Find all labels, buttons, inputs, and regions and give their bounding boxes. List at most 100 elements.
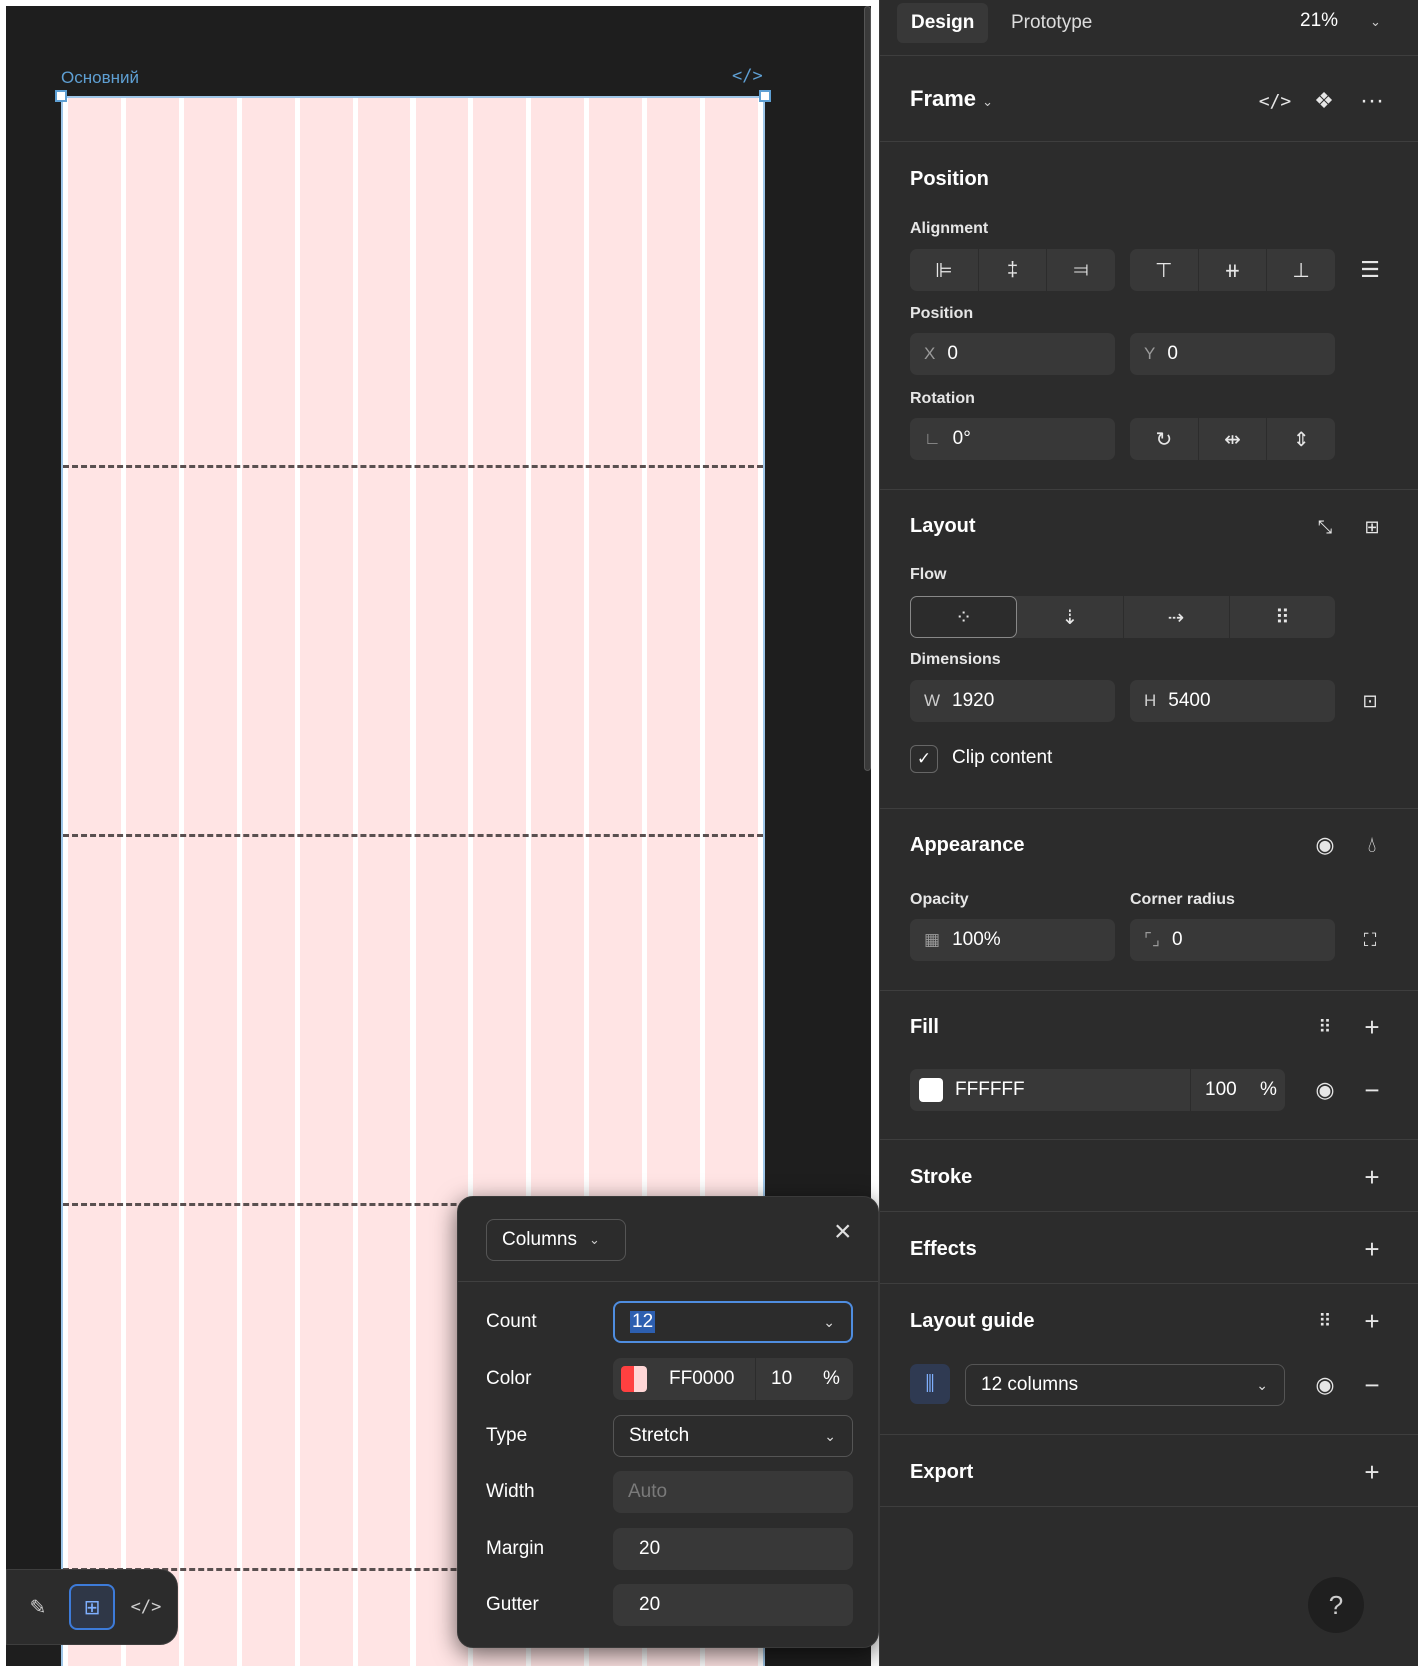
styles-icon[interactable]: ⠿ — [1305, 1010, 1345, 1044]
separator — [755, 1358, 756, 1400]
layout-guide-settings-button[interactable]: ⫼ — [910, 1364, 950, 1404]
distribute-icon[interactable]: ☰ — [1350, 249, 1390, 291]
independent-corners-icon[interactable]: ⛶ — [1350, 919, 1390, 961]
resize-to-fit-icon[interactable]: ⊡ — [1350, 680, 1390, 722]
add-fill-icon[interactable]: + — [1352, 1010, 1392, 1044]
styles-icon[interactable]: ⠿ — [1305, 1304, 1345, 1338]
rotate-icon[interactable]: ↻ — [1130, 418, 1199, 460]
export-section-title: Export — [910, 1461, 974, 1483]
close-icon[interactable]: × — [834, 1217, 852, 1247]
add-export-icon[interactable]: + — [1352, 1455, 1392, 1489]
clip-content-label[interactable]: Clip content — [952, 747, 1052, 769]
tab-prototype[interactable]: Prototype — [997, 3, 1106, 43]
flow-freeform-icon[interactable]: ⁘ — [910, 596, 1018, 638]
height-input[interactable]: H 5400 — [1130, 680, 1335, 722]
grid-type-select[interactable]: Columns ⌄ — [486, 1219, 626, 1261]
add-stroke-icon[interactable]: + — [1352, 1160, 1392, 1194]
help-button[interactable]: ? — [1308, 1577, 1364, 1633]
width-input[interactable]: Auto — [613, 1471, 853, 1513]
remove-fill-icon[interactable]: − — [1352, 1069, 1392, 1111]
pen-icon: ✎ — [29, 1596, 47, 1619]
flip-horizontal-icon[interactable]: ⇹ — [1199, 418, 1268, 460]
opacity-input[interactable]: ▦ 100% — [910, 919, 1115, 961]
margin-input[interactable]: 20 — [613, 1528, 853, 1570]
align-bottom-icon[interactable]: ⊥ — [1267, 249, 1335, 291]
fill-hex-value[interactable]: FFFFFF — [955, 1079, 1025, 1101]
gutter-input[interactable]: 20 — [613, 1584, 853, 1626]
x-input[interactable]: X 0 — [910, 333, 1115, 375]
fill-row[interactable]: FFFFFF 100 % — [910, 1069, 1285, 1111]
page-break-line — [63, 465, 763, 468]
collapse-layout-icon[interactable]: ⤡ — [1305, 510, 1345, 544]
clip-content-checkbox[interactable]: ✓ — [910, 745, 938, 773]
frame-title[interactable]: Frame ⌄ — [910, 86, 993, 112]
divider — [880, 808, 1418, 809]
rotation-input[interactable]: ∟ 0° — [910, 418, 1115, 460]
grid-column — [241, 98, 295, 1666]
width-value: Auto — [628, 1481, 668, 1502]
percent-unit: % — [823, 1368, 840, 1389]
flow-vertical-icon[interactable]: ⇣ — [1017, 596, 1124, 638]
chevron-down-icon: ⌄ — [588, 1232, 600, 1247]
code-tool-button[interactable]: </> — [123, 1584, 169, 1630]
fill-opacity-value[interactable]: 100 — [1205, 1079, 1237, 1101]
tab-design[interactable]: Design — [897, 3, 989, 43]
color-swatch[interactable] — [621, 1366, 647, 1392]
panel-tabs: Design Prototype 21% ⌄ — [880, 0, 1418, 56]
width-input[interactable]: W 1920 — [910, 680, 1115, 722]
add-effect-icon[interactable]: + — [1352, 1232, 1392, 1266]
eye-icon[interactable]: ◉ — [1305, 828, 1345, 862]
appearance-section-title: Appearance — [910, 834, 1025, 856]
flow-horizontal-icon[interactable]: ⇢ — [1124, 596, 1230, 638]
align-left-icon[interactable]: ⊫ — [910, 249, 979, 291]
draw-tool-button[interactable]: ✎ — [15, 1584, 61, 1630]
frame-code-icon[interactable]: </> — [732, 66, 763, 86]
corner-radius-input[interactable]: ⌜⌟ 0 — [1130, 919, 1335, 961]
code-icon[interactable]: </> — [1255, 84, 1295, 118]
chevron-down-icon: ⌄ — [824, 1427, 836, 1444]
divider — [458, 1281, 878, 1282]
chevron-down-icon[interactable]: ⌄ — [823, 1314, 835, 1331]
frame-name-label[interactable]: Основний — [61, 68, 139, 88]
color-field[interactable]: FF0000 10 % — [613, 1358, 853, 1400]
eye-icon[interactable]: ◉ — [1305, 1364, 1345, 1406]
h-value: 5400 — [1168, 690, 1211, 711]
zoom-level[interactable]: 21% — [1300, 10, 1338, 32]
flip-vertical-icon[interactable]: ⇕ — [1267, 418, 1335, 460]
more-icon[interactable]: ··· — [1352, 84, 1392, 118]
color-opacity-value[interactable]: 10 — [771, 1368, 792, 1390]
remove-layout-guide-icon[interactable]: − — [1352, 1364, 1392, 1406]
y-input[interactable]: Y 0 — [1130, 333, 1335, 375]
align-right-icon[interactable]: ⫤ — [1047, 249, 1115, 291]
add-auto-layout-icon[interactable]: ⊞ — [1352, 510, 1392, 544]
resize-handle-top-left[interactable] — [55, 90, 67, 102]
fill-color-swatch[interactable] — [919, 1078, 943, 1102]
y-prefix: Y — [1144, 344, 1156, 363]
blend-mode-icon[interactable]: 💧︎ — [1352, 828, 1392, 862]
align-center-h-icon[interactable]: ‡ — [979, 249, 1048, 291]
color-hex-value[interactable]: FF0000 — [669, 1368, 734, 1390]
chevron-down-icon[interactable]: ⌄ — [1370, 14, 1381, 30]
count-input[interactable]: 12 ⌄ — [613, 1301, 853, 1343]
flow-grid-icon[interactable]: ⠿ — [1230, 596, 1335, 638]
component-icon[interactable]: ❖ — [1304, 84, 1344, 118]
grid-column — [357, 98, 411, 1666]
columns-icon: ⫼ — [925, 1372, 935, 1395]
canvas-scrollbar[interactable] — [864, 6, 871, 771]
align-middle-v-icon[interactable]: ⧺ — [1199, 249, 1268, 291]
eye-icon[interactable]: ◉ — [1305, 1069, 1345, 1111]
width-label: Width — [486, 1481, 535, 1502]
type-select[interactable]: Stretch ⌄ — [613, 1415, 853, 1457]
resize-handle-top-right[interactable] — [759, 90, 771, 102]
layout-grid-popover: Columns ⌄ × Count 12 ⌄ Color FF0000 10 %… — [457, 1196, 879, 1648]
align-top-icon[interactable]: ⊤ — [1130, 249, 1199, 291]
design-panel: Design Prototype 21% ⌄ Frame ⌄ </> ❖ ···… — [879, 0, 1418, 1666]
layout-guide-value: 12 columns — [981, 1374, 1079, 1395]
x-prefix: X — [924, 344, 936, 363]
flow-options-group: ⁘ ⇣ ⇢ ⠿ — [910, 596, 1335, 638]
add-layout-guide-icon[interactable]: + — [1352, 1304, 1392, 1338]
type-label: Type — [486, 1425, 528, 1446]
layout-guide-select[interactable]: 12 columns ⌄ — [965, 1364, 1285, 1406]
divider — [880, 141, 1418, 142]
layout-tool-button[interactable]: ⊞ — [69, 1584, 115, 1630]
